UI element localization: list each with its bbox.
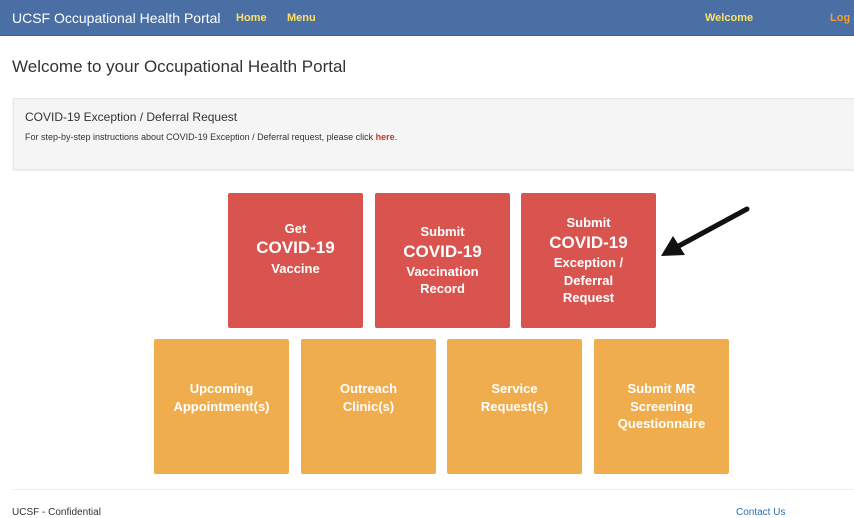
tile-line: Deferral bbox=[563, 272, 614, 288]
contact-us-link[interactable]: Contact Us bbox=[736, 507, 785, 518]
tile-line: Submit MR bbox=[627, 381, 696, 397]
nav-menu-link[interactable]: Menu bbox=[287, 12, 316, 24]
tile-line: Vaccine bbox=[271, 260, 320, 276]
tile-line: Submit bbox=[566, 215, 611, 231]
mr-screening-questionnaire-tile[interactable]: Submit MR Screening Questionnaire bbox=[594, 339, 729, 474]
tile-line: COVID-19 bbox=[403, 241, 482, 261]
footer-divider bbox=[12, 489, 854, 490]
tile-line: Get bbox=[284, 220, 307, 236]
submit-vaccination-record-tile[interactable]: Submit COVID-19 Vaccination Record bbox=[375, 193, 510, 328]
page-title: Welcome to your Occupational Health Port… bbox=[12, 57, 347, 76]
info-panel-text: For step-by-step instructions about COVI… bbox=[25, 132, 397, 142]
logoff-link[interactable]: Log of bbox=[830, 12, 854, 24]
tile-line: Record bbox=[420, 281, 465, 297]
tile-line: Request bbox=[562, 290, 615, 306]
tile-line: Outreach bbox=[339, 380, 398, 396]
tile-line: Questionnaire bbox=[617, 416, 706, 432]
upcoming-appointments-tile[interactable]: Upcoming Appointment(s) bbox=[154, 339, 289, 474]
submit-exception-deferral-tile[interactable]: Submit COVID-19 Exception / Deferral Req… bbox=[521, 193, 656, 328]
annotation-arrow-icon bbox=[661, 206, 750, 256]
outreach-clinics-tile[interactable]: Outreach Clinic(s) bbox=[301, 339, 436, 474]
tile-line: Request(s) bbox=[480, 398, 549, 414]
top-navbar: UCSF Occupational Health Portal Home Men… bbox=[0, 0, 854, 36]
tile-line: Service bbox=[491, 380, 538, 396]
tile-line: Submit bbox=[420, 224, 465, 240]
tile-line: Upcoming bbox=[189, 380, 254, 396]
exception-info-panel: COVID-19 Exception / Deferral Request Fo… bbox=[13, 98, 854, 170]
get-covid-vaccine-tile[interactable]: Get COVID-19 Vaccine bbox=[228, 193, 363, 328]
footer-confidential: UCSF - Confidential bbox=[12, 507, 101, 518]
info-panel-period: . bbox=[394, 132, 398, 142]
tile-line: Exception / bbox=[553, 255, 624, 270]
welcome-label: Welcome bbox=[705, 12, 754, 24]
info-panel-instructions: For step-by-step instructions about COVI… bbox=[25, 132, 374, 142]
tile-line: COVID-19 bbox=[256, 238, 335, 258]
tile-line: COVID-19 bbox=[549, 232, 628, 252]
portal-brand[interactable]: UCSF Occupational Health Portal bbox=[12, 10, 221, 26]
nav-home-link[interactable]: Home bbox=[236, 12, 267, 24]
tile-line: Screening bbox=[630, 398, 693, 414]
tile-line: Appointment(s) bbox=[173, 398, 270, 414]
tile-line: Clinic(s) bbox=[342, 398, 395, 414]
tile-line: Vaccination bbox=[406, 263, 479, 279]
instructions-here-link[interactable]: here bbox=[376, 132, 395, 142]
info-panel-heading: COVID-19 Exception / Deferral Request bbox=[25, 110, 238, 124]
service-requests-tile[interactable]: Service Request(s) bbox=[447, 339, 582, 474]
